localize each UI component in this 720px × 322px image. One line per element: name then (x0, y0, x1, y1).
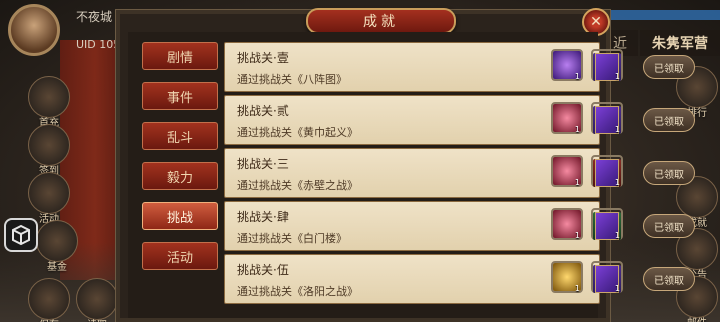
top-status-bar (608, 10, 720, 20)
achievement-row: 挑战关·肆 通过挑战关《白门楼》 1 1 已领取 (224, 201, 695, 251)
cube-icon (12, 224, 30, 246)
reward-book[interactable]: 1 (591, 155, 623, 187)
achievement-row: 挑战关·贰 通过挑战关《黄巾起义》 1 1 已领取 (224, 95, 695, 145)
left-menu-label: 基金 (47, 262, 67, 273)
reward-qty: 1 (574, 284, 580, 293)
right-top-tab-camp[interactable]: 朱隽军营 (640, 30, 720, 56)
reward-qty: 1 (614, 72, 620, 81)
left-menu-first-recharge[interactable]: 首充 (28, 76, 70, 129)
claimed-button[interactable]: 已领取 (643, 161, 695, 185)
left-menu-load[interactable]: 读取 (76, 278, 118, 322)
left-menu-sign-in[interactable]: 签到 (28, 124, 70, 177)
reward-qty: 1 (614, 125, 620, 134)
achievement-row: 挑战关·三 通过挑战关《赤壁之战》 1 1 已领取 (224, 148, 695, 198)
achievement-title: 挑战关·贰 (237, 104, 289, 118)
claimed-button[interactable]: 已领取 (643, 267, 695, 291)
left-menu-label: 读取 (87, 316, 107, 322)
tab-activity[interactable]: 活动 (142, 242, 218, 270)
tab-story[interactable]: 剧情 (142, 42, 218, 70)
achievement-title: 挑战关·三 (237, 157, 289, 171)
reward-book[interactable]: 1 (591, 208, 623, 240)
reward-book[interactable]: 1 (591, 261, 623, 293)
reward-qty: 1 (614, 178, 620, 187)
achievement-row: 挑战关·伍 通过挑战关《洛阳之战》 1 1 已领取 (224, 254, 695, 304)
dialog-title: 成就 (306, 8, 456, 34)
achievement-list: 挑战关·壹 通过挑战关《八阵图》 1 1 已领取 挑战关·贰 通过挑战关《黄巾起… (224, 42, 695, 307)
achievement-desc: 通过挑战关《赤壁之战》 (237, 179, 358, 192)
reward-qty: 1 (614, 284, 620, 293)
achievement-dialog: 成就 ✕ 剧情 事件 乱斗 毅力 挑战 活动 挑战关·壹 通过挑战关《八阵图》 … (115, 8, 695, 322)
tab-event[interactable]: 事件 (142, 82, 218, 110)
claimed-button[interactable]: 已领取 (643, 214, 695, 238)
left-menu-activity[interactable]: 活动 (28, 172, 70, 225)
achievement-title: 挑战关·肆 (237, 210, 289, 224)
achievement-desc: 通过挑战关《白门楼》 (237, 232, 347, 245)
tab-brawl[interactable]: 乱斗 (142, 122, 218, 150)
reward-gem[interactable]: 1 (551, 261, 583, 293)
achievement-title: 挑战关·壹 (237, 51, 289, 65)
claimed-button[interactable]: 已领取 (643, 108, 695, 132)
achievement-desc: 通过挑战关《洛阳之战》 (237, 285, 358, 298)
reward-qty: 1 (614, 231, 620, 240)
left-menu-fund[interactable]: 基金 (36, 220, 78, 273)
close-icon: ✕ (590, 14, 602, 30)
reward-gem[interactable]: 1 (551, 49, 583, 81)
left-menu-label: 保存 (39, 316, 59, 322)
achievement-desc: 通过挑战关《黄巾起义》 (237, 126, 358, 139)
reward-book[interactable]: 1 (591, 49, 623, 81)
claimed-button[interactable]: 已领取 (643, 55, 695, 79)
reward-gem[interactable]: 1 (551, 102, 583, 134)
reward-qty: 1 (574, 231, 580, 240)
tab-perseverance[interactable]: 毅力 (142, 162, 218, 190)
floating-assistant-button[interactable] (4, 218, 38, 252)
category-tabs: 剧情 事件 乱斗 毅力 挑战 活动 (142, 42, 218, 282)
player-name: 不夜城 (76, 10, 113, 24)
reward-book[interactable]: 1 (591, 102, 623, 134)
reward-gem[interactable]: 1 (551, 208, 583, 240)
reward-gem[interactable]: 1 (551, 155, 583, 187)
tab-challenge[interactable]: 挑战 (142, 202, 218, 230)
right-menu-label: 邮件 (687, 314, 707, 322)
left-menu-save[interactable]: 保存 (28, 278, 70, 322)
reward-qty: 1 (574, 72, 580, 81)
reward-qty: 1 (574, 125, 580, 134)
achievement-title: 挑战关·伍 (237, 263, 289, 277)
achievement-desc: 通过挑战关《八阵图》 (237, 73, 347, 86)
reward-qty: 1 (574, 178, 580, 187)
achievement-row: 挑战关·壹 通过挑战关《八阵图》 1 1 已领取 (224, 42, 695, 92)
player-avatar[interactable] (8, 4, 60, 56)
